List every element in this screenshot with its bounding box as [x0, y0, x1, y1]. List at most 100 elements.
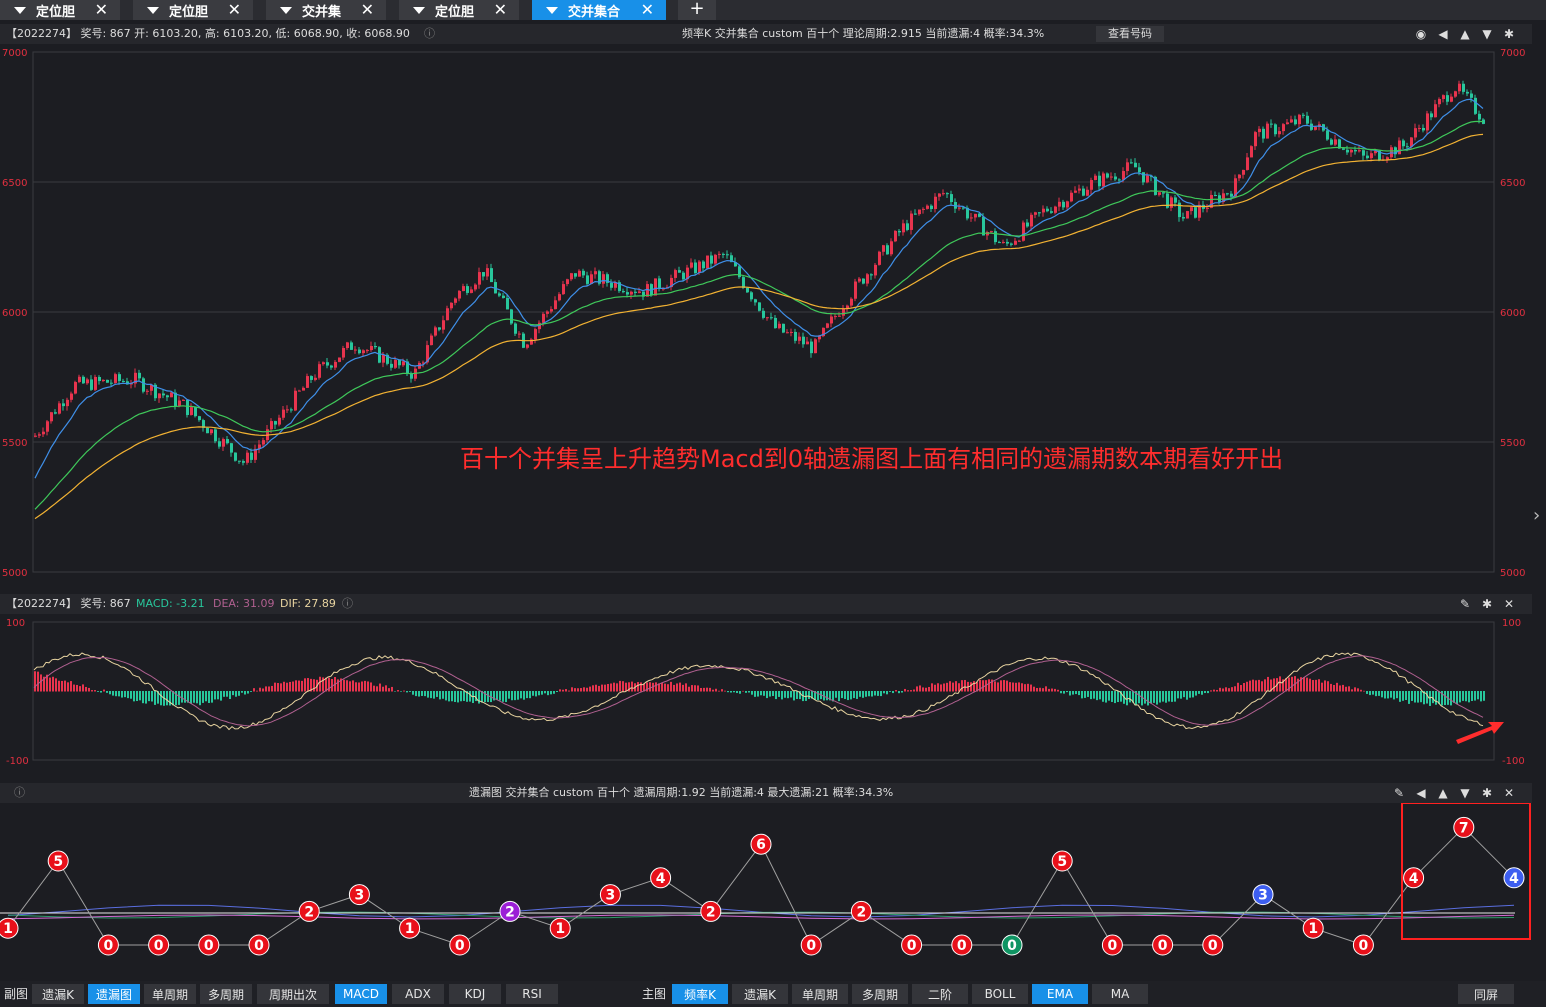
candle [1454, 91, 1457, 97]
close-icon[interactable]: ✕ [95, 0, 108, 20]
macd-bar [889, 691, 891, 692]
macd-chart[interactable]: 100 100 -100 -100 [0, 614, 1532, 780]
miss-value-label: 4 [656, 871, 666, 887]
macd-bar [1177, 691, 1179, 699]
down-icon[interactable]: ▼ [1458, 783, 1472, 803]
sub-chart-button[interactable]: RSI [506, 984, 558, 1004]
main-chart-button[interactable]: EMA [1032, 984, 1088, 1004]
tab-3[interactable]: 定位胆 ✕ [399, 0, 519, 20]
candle [510, 309, 513, 324]
main-chart-button[interactable]: 频率K [672, 984, 728, 1004]
macd-bar [460, 691, 462, 702]
sub-chart-button[interactable]: 遗漏图 [88, 984, 140, 1004]
pin-icon[interactable]: ✎ [1392, 783, 1406, 803]
macd-bar [103, 689, 105, 692]
macd-bar [79, 686, 81, 692]
macd-bar [997, 682, 999, 692]
macd-bar [382, 686, 384, 692]
tab-1[interactable]: 定位胆 ✕ [133, 0, 253, 20]
sub-chart-button[interactable]: KDJ [449, 984, 501, 1004]
main-chart-button[interactable]: 多周期 [852, 984, 908, 1004]
candle [310, 376, 313, 380]
main-chart-button[interactable]: MA [1092, 984, 1148, 1004]
miss-value-label: 0 [204, 938, 214, 954]
macd-bar [1153, 691, 1155, 703]
close-icon[interactable]: ✕ [1502, 594, 1516, 614]
help-icon[interactable]: ⓘ [14, 783, 25, 803]
main-chart[interactable]: 7000 7000 6500 6500 6000 6000 5500 5500 5000 5000… [0, 44, 1532, 592]
candle [658, 278, 661, 289]
macd-bar [1057, 689, 1059, 692]
macd-bar [934, 684, 936, 692]
macd-bar [1108, 691, 1110, 701]
help-icon[interactable]: ⓘ [424, 24, 435, 44]
main-chart-button[interactable]: 遗漏K [732, 984, 788, 1004]
macd-bar [892, 691, 894, 694]
macd-bar [1405, 691, 1407, 701]
sub-chart-button[interactable]: 单周期 [144, 984, 196, 1004]
tab-2[interactable]: 交并集 ✕ [266, 0, 386, 20]
candle [298, 390, 301, 392]
tab-0[interactable]: 定位胆 ✕ [0, 0, 120, 20]
sub-chart-button[interactable]: MACD [335, 984, 387, 1004]
sub-chart-button[interactable]: 多周期 [200, 984, 252, 1004]
y-tick-right: -100 [1502, 756, 1525, 767]
macd-bar [970, 682, 972, 692]
compass-icon[interactable]: ◉ [1414, 24, 1428, 44]
main-chart-button[interactable]: BOLL [972, 984, 1028, 1004]
split-screen-button[interactable]: 同屏 [1458, 984, 1514, 1004]
candle [1330, 139, 1333, 145]
candle [1030, 214, 1033, 227]
macd-bar [838, 691, 840, 702]
macd-bar [1360, 689, 1362, 692]
candle [482, 272, 485, 277]
macd-bar [52, 676, 54, 692]
macd-bar [442, 691, 444, 699]
down-icon[interactable]: ▼ [1480, 24, 1494, 44]
help-icon[interactable]: ⓘ [342, 594, 353, 614]
settings-icon[interactable]: ✱ [1502, 24, 1516, 44]
pin-icon[interactable]: ✎ [1458, 594, 1472, 614]
sub-chart-button[interactable]: 遗漏K [32, 984, 84, 1004]
candle [1470, 93, 1473, 98]
sub-chart-button[interactable]: 周期出次 [257, 984, 329, 1004]
settings-icon[interactable]: ✱ [1480, 594, 1494, 614]
view-numbers-button[interactable]: 查看号码 [1096, 26, 1164, 42]
macd-bar [1174, 691, 1176, 702]
candle [726, 254, 729, 256]
tab-4[interactable]: 交并集合 ✕ [532, 0, 666, 20]
macd-bar [784, 691, 786, 698]
miss-chart[interactable]: 1 5 0 0 0 0 2 3 1 0 2 1 3 4 2 6 0 2 0 0 0 5 0 0 0 3 1 0 4 7 4 [0, 803, 1532, 979]
back-icon[interactable]: ◀ [1436, 24, 1450, 44]
candle [742, 277, 745, 288]
dropdown-icon [546, 6, 558, 14]
sub-chart-button[interactable]: ADX [392, 984, 444, 1004]
add-tab-button[interactable]: + [678, 0, 716, 20]
main-chart-button[interactable]: 二阶 [912, 984, 968, 1004]
macd-bar [1420, 691, 1422, 703]
macd-bar [631, 681, 633, 692]
expand-arrow-icon[interactable]: › [1533, 505, 1540, 526]
back-icon[interactable]: ◀ [1414, 783, 1428, 803]
candle [1218, 195, 1221, 203]
close-icon[interactable]: ✕ [1502, 783, 1516, 803]
close-icon[interactable]: ✕ [641, 0, 654, 20]
main-chart-button[interactable]: 单周期 [792, 984, 848, 1004]
macd-bar [1051, 688, 1053, 692]
candle [1450, 96, 1453, 102]
macd-bar [76, 684, 78, 692]
tab-label: 交并集合 [568, 4, 621, 20]
up-icon[interactable]: ▲ [1436, 783, 1450, 803]
candle [778, 323, 781, 329]
close-icon[interactable]: ✕ [494, 0, 507, 20]
miss-value-label: 4 [1509, 871, 1519, 887]
close-icon[interactable]: ✕ [361, 0, 374, 20]
settings-icon[interactable]: ✱ [1480, 783, 1494, 803]
up-icon[interactable]: ▲ [1458, 24, 1472, 44]
macd-bar [259, 687, 261, 692]
miss-value-label: 1 [1308, 921, 1318, 937]
candle [562, 284, 565, 295]
candle [534, 329, 537, 340]
close-icon[interactable]: ✕ [228, 0, 241, 20]
macd-bar [868, 691, 870, 697]
